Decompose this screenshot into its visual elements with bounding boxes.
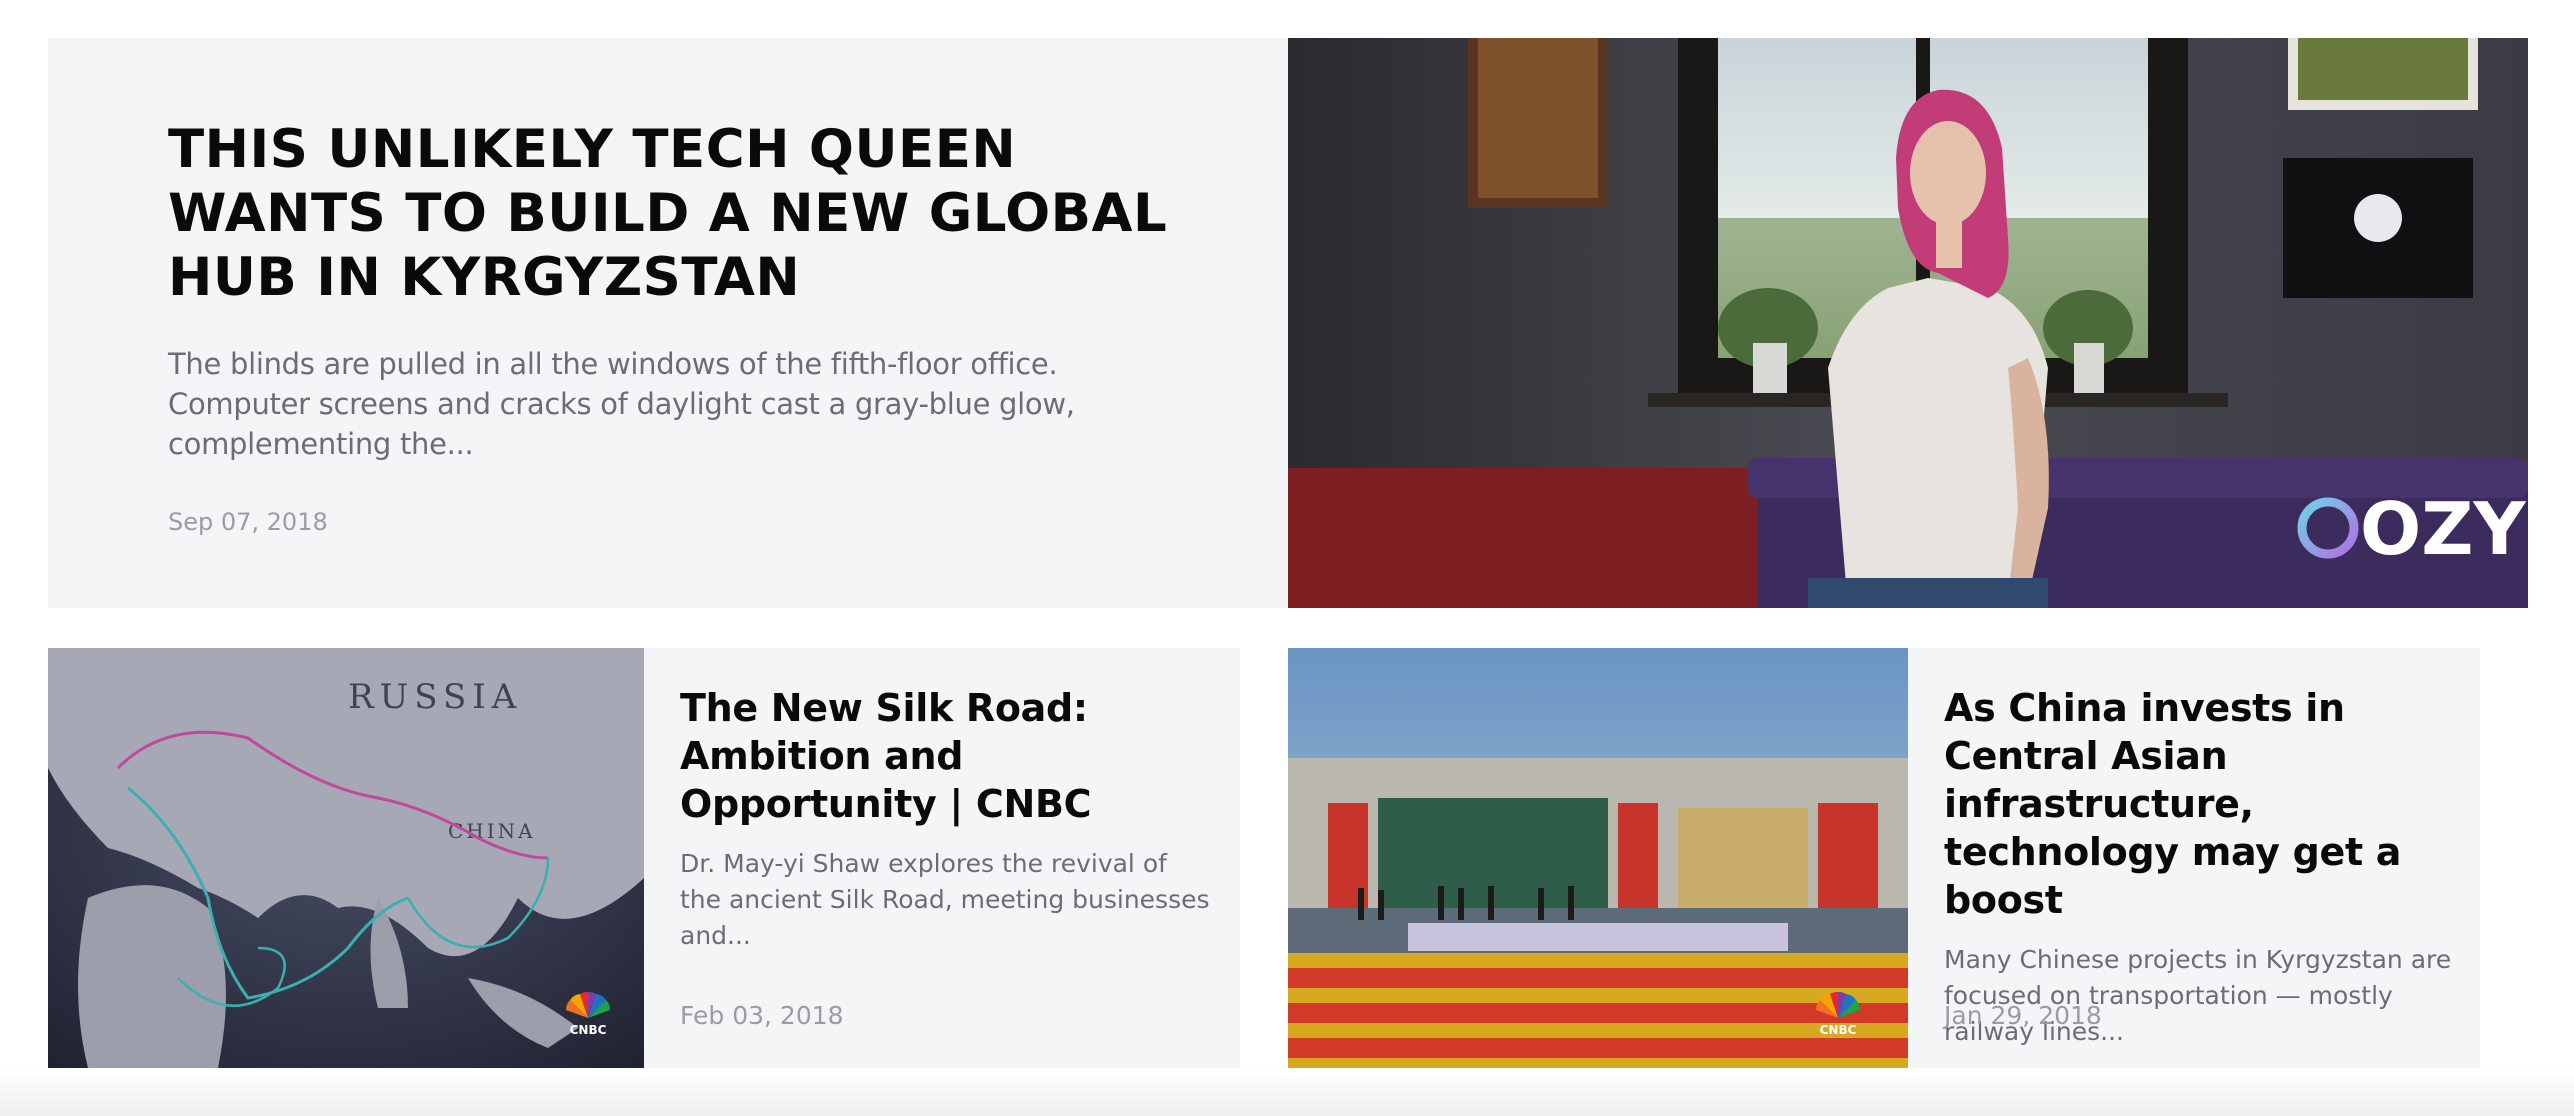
- silk-road-map-image: RUSSIA CHINA CNBC: [48, 648, 644, 1068]
- article-text: As China invests in Central Asian infras…: [1944, 684, 2464, 1050]
- featured-article-card[interactable]: THIS UNLIKELY TECH QUEEN WANTS TO BUILD …: [48, 38, 2528, 608]
- featured-article-date: Sep 07, 2018: [168, 508, 328, 536]
- featured-article-text: THIS UNLIKELY TECH QUEEN WANTS TO BUILD …: [168, 118, 1168, 536]
- article-title[interactable]: The New Silk Road: Ambition and Opportun…: [680, 684, 1210, 828]
- map-label-russia: RUSSIA: [348, 677, 522, 717]
- article-excerpt: Many Chinese projects in Kyrgyzstan are …: [1944, 945, 2452, 1046]
- ozy-logo: OZY: [2360, 487, 2526, 571]
- map-label-china: CHINA: [448, 819, 536, 843]
- article-title[interactable]: As China invests in Central Asian infras…: [1944, 684, 2464, 924]
- svg-text:CNBC: CNBC: [570, 1023, 607, 1037]
- featured-article-image[interactable]: OZY: [1288, 38, 2528, 608]
- article-date: Feb 03, 2018: [680, 1001, 844, 1030]
- page-bottom-shade: [0, 1068, 2574, 1116]
- article-card-china-investment[interactable]: CNBC As China invests in Central Asian i…: [1288, 648, 2480, 1068]
- featured-article-excerpt: The blinds are pulled in all the windows…: [168, 347, 1075, 461]
- featured-article-title[interactable]: THIS UNLIKELY TECH QUEEN WANTS TO BUILD …: [168, 118, 1168, 310]
- article-excerpt: Dr. May-yi Shaw explores the revival of …: [680, 849, 1210, 950]
- svg-text:CNBC: CNBC: [1820, 1023, 1857, 1037]
- article-thumbnail[interactable]: CNBC: [1288, 648, 1908, 1068]
- ceremony-stage-image: CNBC: [1288, 648, 1908, 1068]
- woman-in-office-photo: OZY: [1288, 38, 2528, 608]
- article-text: The New Silk Road: Ambition and Opportun…: [680, 684, 1210, 954]
- article-date: Jan 29, 2018: [1944, 1001, 2102, 1030]
- article-card-silk-road[interactable]: RUSSIA CHINA CNBC The New Silk Road: Amb…: [48, 648, 1240, 1068]
- article-thumbnail[interactable]: RUSSIA CHINA CNBC: [48, 648, 644, 1068]
